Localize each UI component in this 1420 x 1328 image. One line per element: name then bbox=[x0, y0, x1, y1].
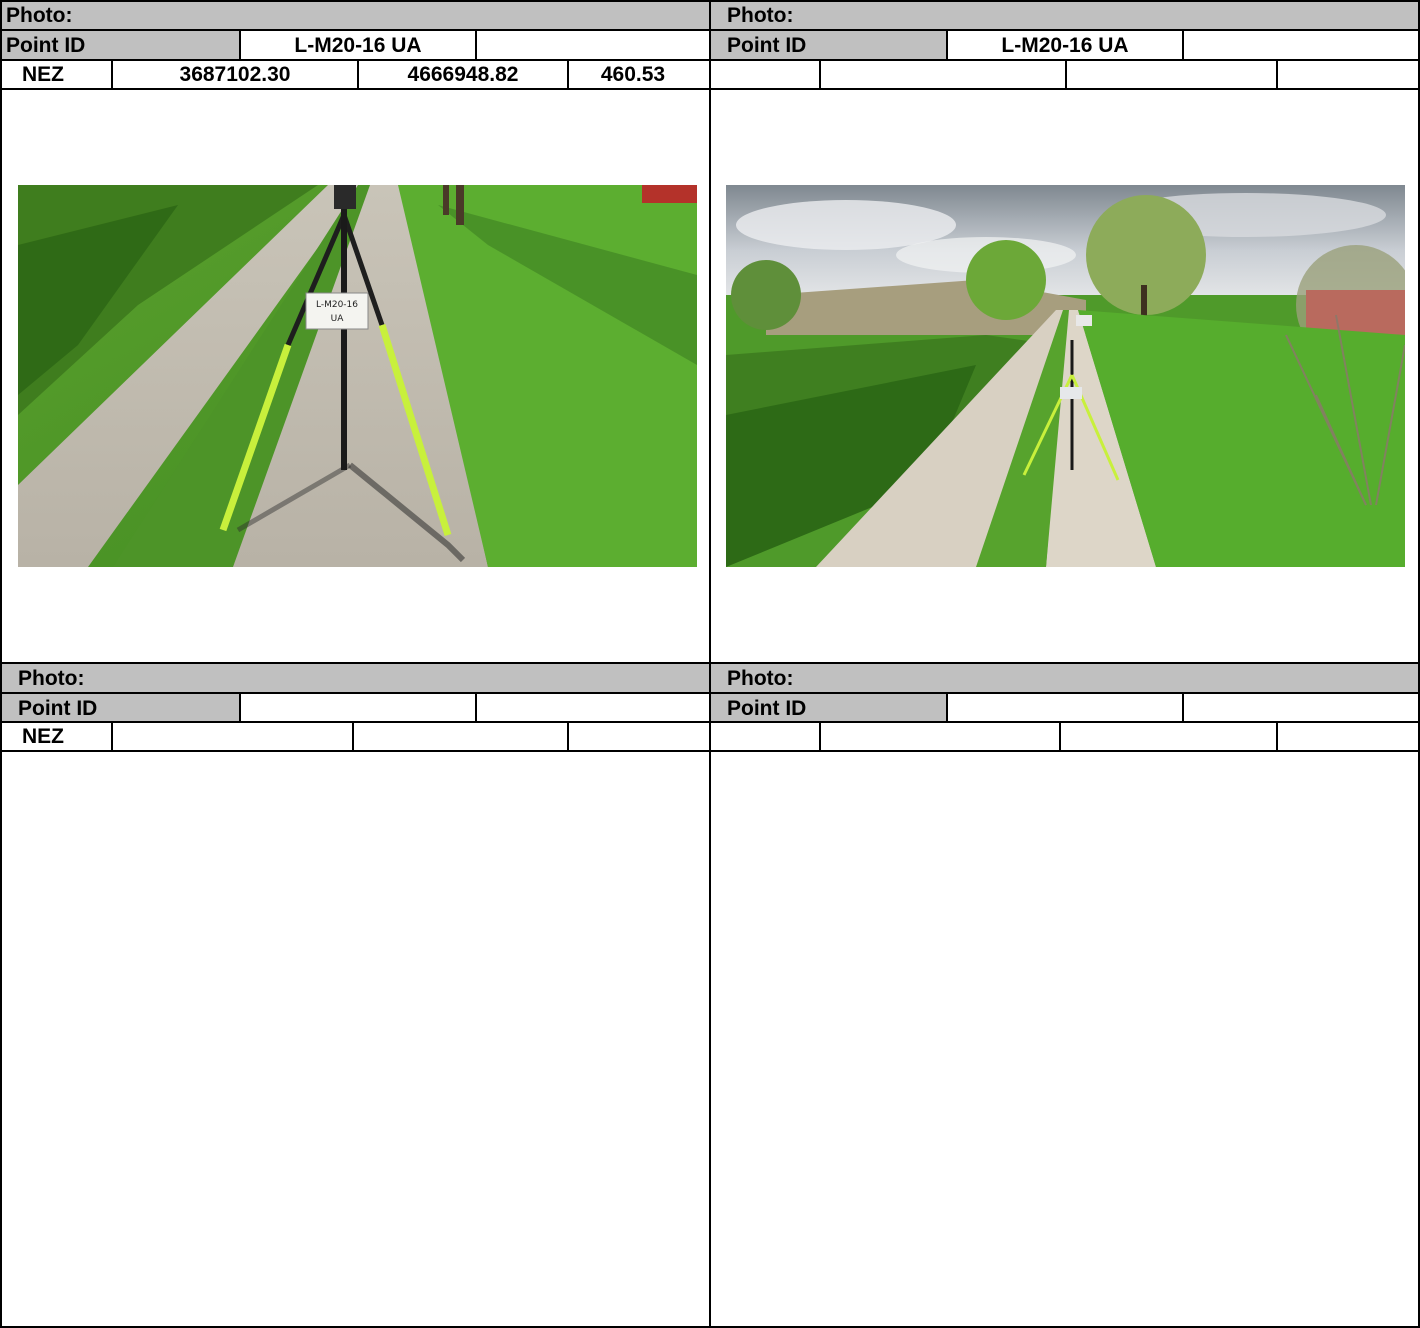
road-overview-photo bbox=[726, 185, 1405, 567]
grid-line bbox=[352, 721, 354, 751]
panel-1-point-id-value: L-M20-16 UA bbox=[294, 34, 422, 57]
panel-4-point-id-label: Point ID bbox=[727, 697, 807, 720]
grid-line bbox=[239, 692, 241, 722]
panel-2-photo bbox=[726, 185, 1405, 567]
grid-line bbox=[567, 59, 569, 89]
grid-line bbox=[357, 59, 359, 89]
grid-line bbox=[0, 0, 2, 1328]
grid-line bbox=[1065, 59, 1067, 89]
panel-2-photo-label: Photo: bbox=[727, 4, 794, 27]
panel-1-northing-value: 3687102.30 bbox=[179, 63, 291, 86]
panel-1-elevation-value: 460.53 bbox=[600, 63, 666, 86]
grid-line bbox=[111, 59, 113, 89]
panel-3-nez-label: NEZ bbox=[22, 725, 64, 748]
panel-2-point-id-value: L-M20-16 UA bbox=[1001, 34, 1129, 57]
sign-text-line1: L-M20-16 bbox=[316, 300, 358, 310]
panel-4-photo-label: Photo: bbox=[727, 667, 794, 690]
grid-line bbox=[1276, 59, 1278, 89]
grid-line bbox=[1182, 692, 1184, 722]
grid-line bbox=[819, 721, 821, 751]
grid-line bbox=[1182, 29, 1184, 60]
panel-1-photo: L-M20-16 UA bbox=[18, 185, 697, 567]
panel-1-nez-label: NEZ bbox=[22, 63, 64, 86]
grid-line bbox=[111, 721, 113, 751]
panel-3-point-id-label: Point ID bbox=[18, 697, 98, 720]
panel-1-photo-label: Photo: bbox=[6, 4, 73, 27]
grid-line bbox=[1276, 721, 1278, 751]
grid-line bbox=[946, 692, 948, 722]
sign-text-line2: UA bbox=[331, 314, 345, 324]
grid-line bbox=[819, 59, 821, 89]
grid-line bbox=[567, 721, 569, 751]
grid-line bbox=[475, 692, 477, 722]
grid-line bbox=[239, 29, 241, 60]
panel-3-photo-label: Photo: bbox=[18, 667, 85, 690]
panel-1-point-id-label: Point ID bbox=[6, 34, 86, 57]
grid-line bbox=[475, 29, 477, 60]
panel-1-easting-value: 4666948.82 bbox=[407, 63, 519, 86]
grid-line bbox=[946, 29, 948, 60]
grid-line bbox=[709, 0, 711, 1328]
panel-2-point-id-label: Point ID bbox=[727, 34, 807, 57]
tripod-closeup-photo: L-M20-16 UA bbox=[18, 185, 697, 567]
grid-line bbox=[1059, 721, 1061, 751]
